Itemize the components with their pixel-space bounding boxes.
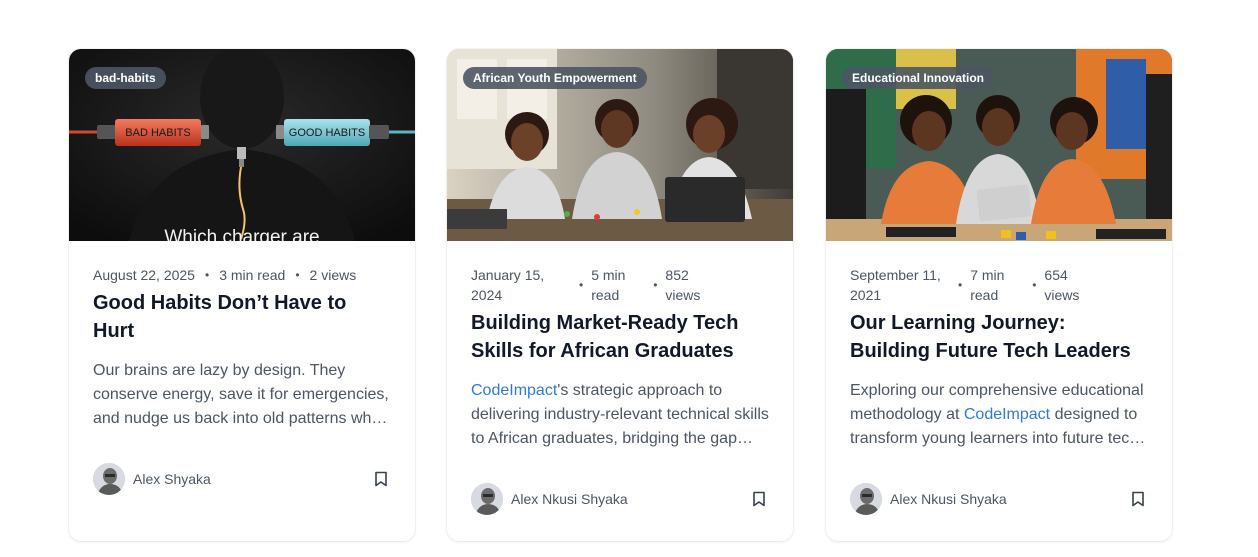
post-footer: Alex Nkusi Shyaka — [850, 483, 1148, 515]
read-time: 3 min read — [219, 267, 286, 283]
author-name[interactable]: Alex Shyaka — [133, 471, 211, 487]
post-meta: January 15, 2024 • 5 min read • 852 view… — [471, 265, 769, 305]
separator-dot: • — [579, 278, 584, 292]
category-tag[interactable]: Educational Innovation — [842, 67, 995, 89]
separator-dot: • — [958, 278, 963, 292]
separator-dot: • — [295, 268, 300, 282]
view-count: 654 views — [1044, 267, 1080, 303]
image-caption: Which charger are — [164, 227, 319, 241]
view-count: 2 views — [309, 267, 357, 283]
avatar[interactable] — [471, 483, 503, 515]
blog-card[interactable]: African Youth Empowerment January 15, 20… — [447, 49, 793, 541]
bookmark-icon[interactable] — [371, 469, 391, 489]
post-meta: September 11, 2021 • 7 min read • 654 vi… — [850, 265, 1148, 305]
bookmark-icon[interactable] — [1128, 489, 1148, 509]
post-date: January 15, 2024 — [471, 267, 545, 303]
codeimpact-link[interactable]: CodeImpact — [471, 382, 557, 399]
avatar[interactable] — [93, 463, 125, 495]
view-count: 852 views — [665, 267, 701, 303]
post-title[interactable]: Our Learning Journey: Building Future Te… — [850, 309, 1148, 365]
separator-dot: • — [1032, 278, 1037, 292]
post-title[interactable]: Good Habits Don’t Have to Hurt — [93, 289, 391, 345]
read-time: 7 min read — [970, 267, 1005, 303]
category-tag[interactable]: bad-habits — [85, 67, 166, 89]
post-date: August 22, 2025 — [93, 267, 195, 283]
post-excerpt: CodeImpact's strategic approach to deliv… — [471, 379, 769, 451]
battery-label-bad: BAD HABITS — [125, 127, 190, 139]
battery-label-good: GOOD HABITS — [289, 127, 365, 139]
post-footer: Alex Nkusi Shyaka — [471, 483, 769, 515]
codeimpact-link[interactable]: CodeImpact — [964, 406, 1050, 423]
blog-card[interactable]: BAD HABITS GOOD HABITS Which charger are… — [69, 49, 415, 541]
post-meta: August 22, 2025 • 3 min read • 2 views — [93, 265, 391, 285]
separator-dot: • — [204, 268, 210, 282]
post-excerpt: Our brains are lazy by design. They cons… — [93, 362, 390, 427]
post-thumbnail[interactable]: Educational Innovation — [826, 49, 1172, 241]
category-tag[interactable]: African Youth Empowerment — [463, 67, 647, 89]
post-date: September 11, 2021 — [850, 267, 941, 303]
post-excerpt: Exploring our comprehensive educational … — [850, 379, 1148, 451]
post-thumbnail[interactable]: African Youth Empowerment — [447, 49, 793, 241]
author-name[interactable]: Alex Nkusi Shyaka — [511, 491, 628, 507]
separator-dot: • — [653, 278, 658, 292]
avatar[interactable] — [850, 483, 882, 515]
post-title[interactable]: Building Market-Ready Tech Skills for Af… — [471, 309, 769, 365]
read-time: 5 min read — [591, 267, 626, 303]
post-footer: Alex Shyaka — [93, 463, 391, 495]
bookmark-icon[interactable] — [749, 489, 769, 509]
blog-card[interactable]: Educational Innovation September 11, 202… — [826, 49, 1172, 541]
author-name[interactable]: Alex Nkusi Shyaka — [890, 491, 1007, 507]
post-thumbnail[interactable]: BAD HABITS GOOD HABITS Which charger are… — [69, 49, 415, 241]
